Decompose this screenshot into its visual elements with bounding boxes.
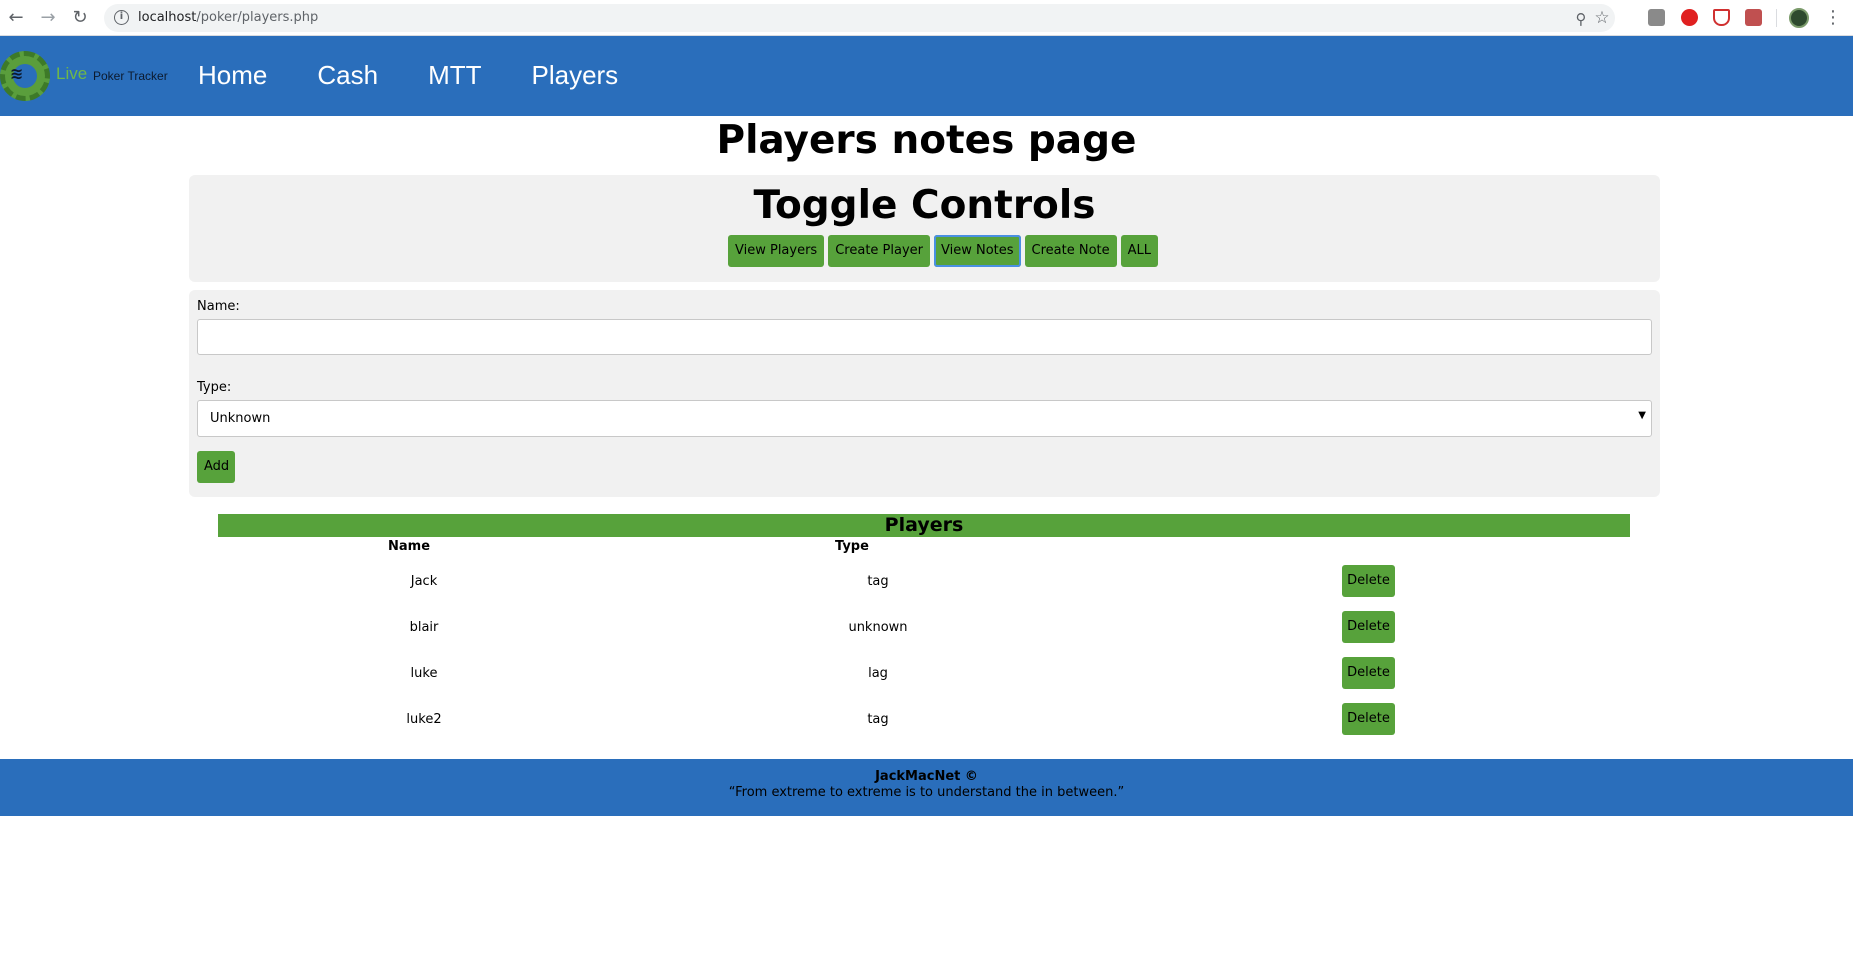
view-players-button[interactable]: View Players bbox=[728, 235, 825, 267]
delete-button[interactable]: Delete bbox=[1342, 565, 1395, 597]
table-row: luke2 tag Delete bbox=[218, 695, 1630, 741]
column-header-type: Type bbox=[835, 539, 869, 554]
toggle-controls-panel: Toggle Controls View Players Create Play… bbox=[189, 175, 1660, 282]
nav-cash[interactable]: Cash bbox=[317, 60, 378, 91]
dropdown-caret-icon: ▼ bbox=[1638, 410, 1646, 421]
toolbar-divider bbox=[1776, 9, 1777, 27]
create-player-form: Name: Type: Unknown ▼ Add bbox=[189, 290, 1660, 497]
delete-button[interactable]: Delete bbox=[1342, 611, 1395, 643]
name-label: Name: bbox=[197, 299, 240, 314]
table-row: luke lag Delete bbox=[218, 649, 1630, 695]
pdf-extension-icon[interactable] bbox=[1745, 9, 1762, 26]
wifi-icon: ≋ bbox=[10, 64, 24, 83]
zoom-icon[interactable]: ⚲ bbox=[1572, 10, 1590, 28]
extension-icon[interactable] bbox=[1648, 9, 1665, 26]
delete-button[interactable]: Delete bbox=[1342, 657, 1395, 689]
name-input[interactable] bbox=[197, 319, 1652, 355]
info-icon[interactable]: i bbox=[114, 10, 129, 25]
pocket-extension-icon[interactable] bbox=[1713, 9, 1730, 26]
column-header-name: Name bbox=[388, 539, 431, 554]
logo-live-text: Live bbox=[56, 64, 88, 83]
url-path: /poker/players.php bbox=[196, 10, 319, 25]
table-row: Jack tag Delete bbox=[218, 557, 1630, 603]
toggle-buttons: View Players Create Player View Notes Cr… bbox=[728, 235, 1159, 267]
footer-quote: “From extreme to extreme is to understan… bbox=[728, 785, 1125, 800]
bookmark-star-icon[interactable]: ☆ bbox=[1593, 9, 1611, 27]
site-footer: JackMacNet © “From extreme to extreme is… bbox=[0, 759, 1853, 816]
site-header: ≋ Live Poker Tracker Home Cash MTT Playe… bbox=[0, 36, 1853, 116]
table-header-row: Name Type bbox=[218, 537, 1630, 557]
profile-avatar[interactable] bbox=[1789, 8, 1809, 28]
view-notes-button[interactable]: View Notes bbox=[934, 235, 1021, 267]
url-host: localhost bbox=[138, 10, 197, 25]
browser-toolbar: ← → ↻ i localhost/poker/players.php ⚲ ☆ … bbox=[0, 0, 1853, 36]
logo-tracker-text: Poker Tracker bbox=[93, 69, 168, 83]
site-logo[interactable]: ≋ Live Poker Tracker bbox=[0, 46, 175, 106]
address-bar[interactable]: i localhost/poker/players.php ⚲ ☆ bbox=[104, 4, 1615, 32]
page-title: Players notes page bbox=[716, 118, 1137, 163]
player-type: tag bbox=[867, 712, 889, 727]
delete-button[interactable]: Delete bbox=[1342, 703, 1395, 735]
opera-extension-icon[interactable] bbox=[1681, 9, 1698, 26]
type-label: Type: bbox=[197, 380, 232, 395]
forward-icon[interactable]: → bbox=[36, 6, 60, 30]
type-select[interactable]: Unknown ▼ bbox=[197, 400, 1652, 437]
player-name: blair bbox=[409, 620, 439, 635]
type-select-value: Unknown bbox=[210, 411, 271, 426]
players-table: Players Name Type Jack tag Delete blair … bbox=[218, 514, 1630, 741]
reload-icon[interactable]: ↻ bbox=[68, 6, 92, 30]
player-type: unknown bbox=[848, 620, 908, 635]
player-type: lag bbox=[868, 666, 888, 681]
main-nav: Home Cash MTT Players bbox=[198, 60, 668, 91]
nav-players[interactable]: Players bbox=[531, 60, 618, 91]
toggle-controls-title: Toggle Controls bbox=[753, 183, 1096, 228]
back-icon[interactable]: ← bbox=[4, 6, 28, 30]
all-button[interactable]: ALL bbox=[1120, 235, 1159, 267]
poker-chip-icon bbox=[0, 51, 50, 101]
players-table-title: Players bbox=[218, 514, 1630, 537]
table-row: blair unknown Delete bbox=[218, 603, 1630, 649]
player-name: Jack bbox=[410, 574, 438, 589]
create-note-button[interactable]: Create Note bbox=[1024, 235, 1117, 267]
player-type: tag bbox=[867, 574, 889, 589]
menu-dots-icon[interactable]: ⋮ bbox=[1824, 6, 1842, 30]
url-text[interactable]: localhost/poker/players.php bbox=[138, 10, 318, 25]
add-button[interactable]: Add bbox=[197, 451, 235, 483]
create-player-button[interactable]: Create Player bbox=[828, 235, 931, 267]
footer-brand: JackMacNet © bbox=[875, 769, 978, 784]
player-name: luke bbox=[410, 666, 438, 681]
nav-mtt[interactable]: MTT bbox=[428, 60, 481, 91]
player-name: luke2 bbox=[406, 712, 442, 727]
nav-home[interactable]: Home bbox=[198, 60, 267, 91]
